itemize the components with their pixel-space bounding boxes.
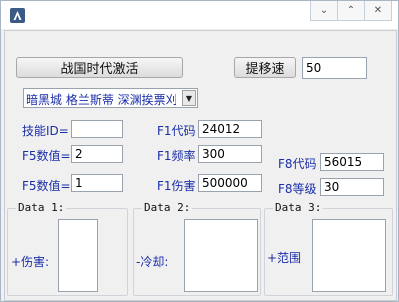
f1-code-input[interactable]: 24012 (198, 120, 262, 138)
data3-title: Data 3: (273, 201, 324, 214)
data2-title: Data 2: (142, 201, 193, 214)
f1-freq-label: F1频率 (157, 149, 196, 163)
client-area: 战国时代激活 提移速 50 暗黑城 格兰斯蒂 深渊挨票刈 ▼ 技能ID= F5数… (4, 30, 397, 301)
chevron-down-icon[interactable]: ▼ (182, 90, 196, 106)
maximize-button[interactable]: ⌃ (338, 1, 365, 21)
close-button[interactable]: ✕ (365, 1, 392, 21)
speed-input[interactable]: 50 (302, 57, 367, 79)
title-bar[interactable]: ⌄ ⌃ ✕ (1, 1, 398, 29)
damage-label: +伤害: (11, 255, 50, 269)
f1-damage-input[interactable]: 500000 (198, 174, 262, 192)
minimize-button[interactable]: ⌄ (310, 1, 338, 21)
f5-value-label-1: F5数值= (22, 149, 71, 163)
f8-level-label: F8等级 (278, 182, 317, 196)
skill-id-label: 技能ID= (22, 124, 69, 138)
map-combo[interactable]: 暗黑城 格兰斯蒂 深渊挨票刈 ▼ (23, 88, 198, 108)
f1-code-label: F1代码 (157, 124, 196, 138)
app-window: ⌄ ⌃ ✕ 战国时代激活 提移速 50 暗黑城 格兰斯蒂 深渊挨票刈 ▼ 技能I… (0, 0, 399, 302)
damage-textarea[interactable] (58, 219, 98, 292)
f5-value-input-2[interactable]: 1 (71, 174, 123, 192)
range-textarea[interactable] (312, 219, 386, 292)
cooldown-textarea[interactable] (184, 219, 258, 292)
f8-code-input[interactable]: 56015 (320, 153, 384, 171)
activate-button[interactable]: 战国时代激活 (16, 57, 183, 78)
f5-value-input-1[interactable]: 2 (71, 145, 123, 163)
f8-code-label: F8代码 (278, 157, 317, 171)
data1-group: Data 1: +伤害: (7, 201, 128, 296)
app-icon (10, 8, 25, 23)
skill-id-input[interactable] (71, 120, 123, 138)
data3-group: Data 3: +范围 (264, 201, 393, 296)
minimize-icon: ⌄ (319, 5, 329, 16)
f1-damage-label: F1伤害 (157, 179, 196, 193)
maximize-icon: ⌃ (346, 5, 356, 16)
cooldown-label: -冷却: (136, 255, 169, 269)
f8-level-input[interactable]: 30 (320, 178, 384, 196)
data1-title: Data 1: (16, 201, 67, 214)
data2-group: Data 2: -冷却: (133, 201, 261, 296)
range-label: +范围 (267, 251, 302, 265)
combo-value: 暗黑城 格兰斯蒂 深渊挨票刈 (26, 93, 176, 107)
f5-value-label-2: F5数值= (22, 179, 71, 193)
speed-button[interactable]: 提移速 (234, 57, 296, 78)
close-icon: ✕ (373, 5, 383, 16)
f1-freq-input[interactable]: 300 (198, 145, 262, 163)
